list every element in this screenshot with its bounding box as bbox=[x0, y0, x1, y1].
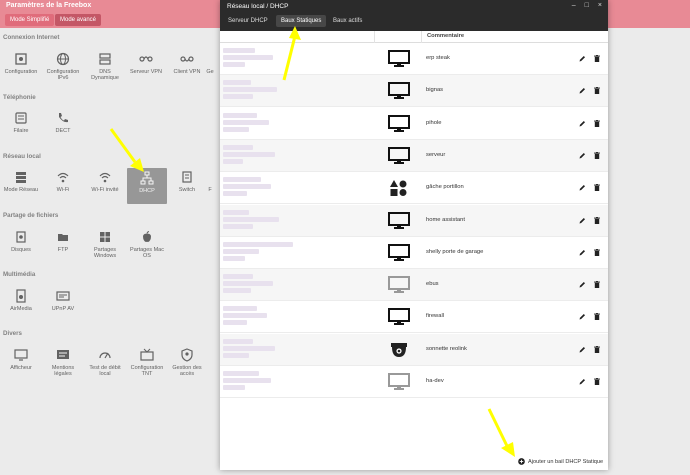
delete-icon[interactable] bbox=[594, 216, 600, 224]
annotation-arrow-add bbox=[487, 408, 515, 457]
column-divider bbox=[374, 31, 375, 43]
column-header-comment[interactable]: Commentaire bbox=[427, 33, 464, 39]
redacted-host-info bbox=[223, 274, 283, 294]
edit-icon[interactable] bbox=[579, 346, 586, 353]
edit-icon[interactable] bbox=[579, 120, 586, 127]
desktop-icon bbox=[388, 82, 410, 100]
edit-icon[interactable] bbox=[579, 55, 586, 62]
freebox-title: Paramètres de la Freebox bbox=[6, 2, 92, 9]
lease-comment: serveur bbox=[426, 151, 446, 158]
edit-icon[interactable] bbox=[579, 281, 586, 288]
redacted-host-info bbox=[223, 371, 283, 391]
delete-icon[interactable] bbox=[594, 151, 600, 159]
delete-icon[interactable] bbox=[594, 55, 600, 62]
lease-comment: erp steak bbox=[426, 55, 450, 61]
lease-row[interactable]: firewall bbox=[220, 301, 608, 334]
tab-baux-actifs[interactable]: Baux actifs bbox=[328, 15, 367, 27]
edit-icon[interactable] bbox=[579, 313, 586, 320]
window-controls: – □ × bbox=[572, 2, 602, 9]
lease-comment: home assistant bbox=[426, 216, 465, 223]
camera-icon bbox=[388, 341, 410, 359]
close-icon[interactable]: × bbox=[598, 2, 602, 9]
mode-simple-button[interactable]: Mode Simplifié bbox=[5, 14, 55, 26]
lease-row[interactable]: ha-dev bbox=[220, 366, 608, 398]
lease-row[interactable]: shelly porte de garage bbox=[220, 237, 608, 269]
desktop-icon bbox=[388, 211, 410, 230]
lease-comment: sonnette reolink bbox=[426, 345, 467, 352]
lease-comment: pihole bbox=[426, 119, 442, 126]
plus-circle-icon bbox=[518, 458, 525, 465]
lease-row[interactable]: pihole bbox=[220, 108, 608, 140]
shapes-icon bbox=[388, 179, 410, 197]
lease-comment: bignas bbox=[426, 87, 444, 94]
delete-icon[interactable] bbox=[594, 87, 600, 95]
edit-icon[interactable] bbox=[579, 152, 586, 159]
delete-icon[interactable] bbox=[594, 313, 600, 321]
window-title: Réseau local / DHCP bbox=[227, 3, 289, 10]
add-static-lease-button[interactable]: Ajouter un bail DHCP Statique bbox=[518, 458, 603, 465]
redacted-host-info bbox=[223, 338, 283, 359]
edit-icon[interactable] bbox=[579, 184, 586, 191]
edit-icon[interactable] bbox=[579, 217, 586, 224]
edit-icon[interactable] bbox=[579, 249, 586, 256]
lease-row[interactable]: sonnette reolink bbox=[220, 333, 608, 366]
lease-row[interactable]: gâche portillon bbox=[220, 172, 608, 205]
redacted-host-info bbox=[223, 48, 283, 68]
annotation-arrow-dhcp bbox=[109, 128, 144, 172]
desktop-icon bbox=[388, 50, 410, 68]
desktop-icon-light bbox=[388, 276, 410, 294]
desktop-icon bbox=[388, 243, 410, 262]
desktop-icon bbox=[388, 146, 410, 165]
lease-row[interactable]: ebus bbox=[220, 269, 608, 302]
delete-icon[interactable] bbox=[594, 281, 600, 289]
redacted-host-info bbox=[223, 80, 283, 100]
redacted-host-info bbox=[223, 144, 283, 165]
annotation-arrow-tab bbox=[282, 26, 301, 81]
desktop-icon-light bbox=[388, 373, 410, 391]
delete-icon[interactable] bbox=[594, 378, 600, 385]
redacted-host-info bbox=[223, 241, 293, 262]
lease-row[interactable]: serveur bbox=[220, 139, 608, 172]
delete-icon[interactable] bbox=[594, 248, 600, 256]
minimize-icon[interactable]: – bbox=[572, 2, 576, 9]
desktop-icon bbox=[388, 114, 410, 133]
column-divider bbox=[421, 31, 422, 43]
lease-comment: shelly porte de garage bbox=[426, 248, 484, 255]
desktop-icon bbox=[388, 308, 410, 326]
redacted-host-info bbox=[223, 177, 283, 197]
maximize-icon[interactable]: □ bbox=[585, 2, 589, 9]
mode-advanced-button[interactable]: Mode avancé bbox=[55, 14, 102, 26]
delete-icon[interactable] bbox=[594, 119, 600, 127]
delete-icon[interactable] bbox=[594, 345, 600, 353]
delete-icon[interactable] bbox=[594, 184, 600, 192]
lease-row[interactable]: home assistant bbox=[220, 204, 608, 237]
edit-icon[interactable] bbox=[579, 378, 586, 385]
redacted-host-info bbox=[223, 112, 283, 133]
lease-comment: firewall bbox=[426, 313, 445, 320]
edit-icon[interactable] bbox=[579, 87, 586, 94]
add-static-lease-label: Ajouter un bail DHCP Statique bbox=[528, 458, 604, 465]
lease-comment: gâche portillon bbox=[426, 184, 464, 191]
lease-comment: ha-dev bbox=[426, 378, 444, 384]
redacted-host-info bbox=[223, 306, 283, 326]
lease-comment: ebus bbox=[426, 281, 439, 288]
redacted-host-info bbox=[223, 209, 283, 230]
tab-serveur-dhcp[interactable]: Serveur DHCP bbox=[223, 15, 273, 27]
